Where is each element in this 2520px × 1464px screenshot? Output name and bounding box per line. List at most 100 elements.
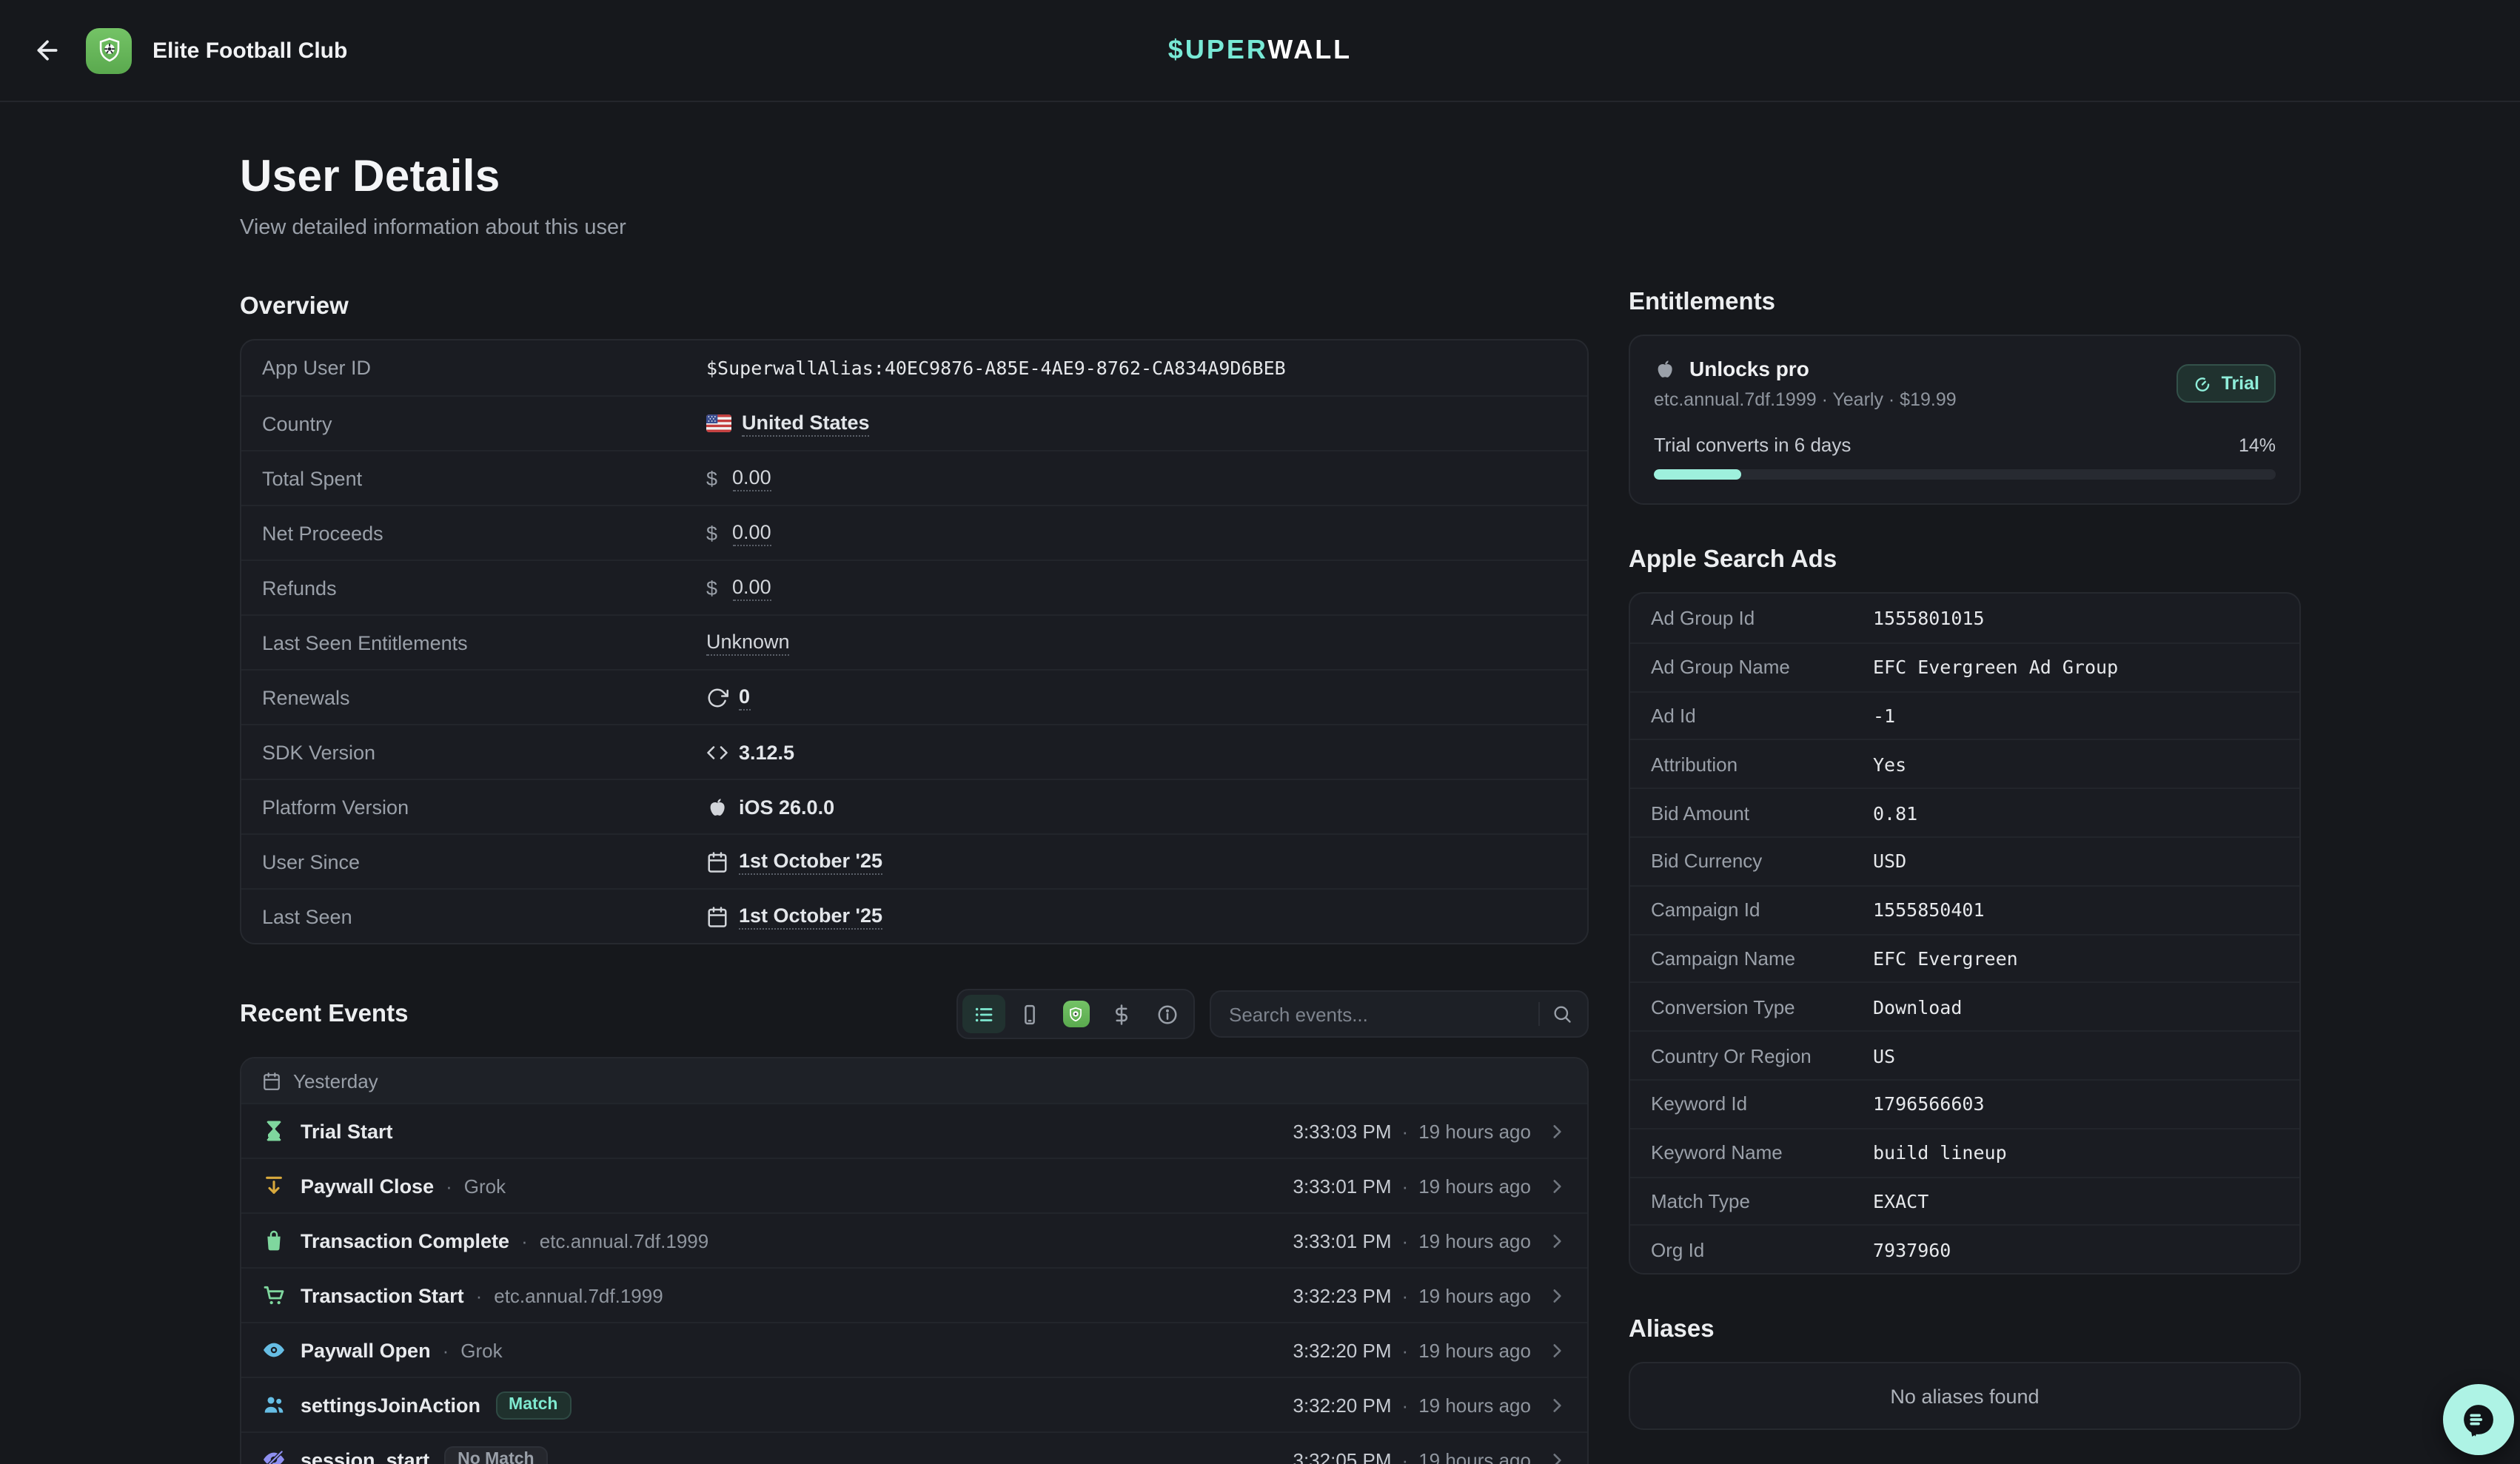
dot-separator: · <box>1402 1448 1409 1464</box>
asa-row: Campaign Id1555850401 <box>1630 885 2299 934</box>
row-label: Org Id <box>1651 1239 1873 1261</box>
row-value[interactable]: 0.00 <box>732 520 771 545</box>
row-label: Keyword Name <box>1651 1141 1873 1164</box>
event-time: 3:32:05 PM <box>1293 1448 1392 1464</box>
refresh-icon <box>706 686 728 708</box>
event-subtitle: Grok <box>464 1175 506 1197</box>
event-name: Paywall Close <box>301 1175 434 1197</box>
page-title: User Details <box>240 152 1589 203</box>
superwall-logo-rest: WALL <box>1267 35 1352 64</box>
events-group-label: Yesterday <box>293 1070 378 1092</box>
events-search-input[interactable] <box>1226 1001 1527 1027</box>
us-flag-icon <box>706 414 731 432</box>
entitlement-name: Unlocks pro <box>1689 357 1809 380</box>
event-time: 3:32:20 PM <box>1293 1339 1392 1361</box>
app-icon-small <box>1062 1001 1089 1027</box>
aliases-empty-text: No aliases found <box>1890 1385 2039 1407</box>
search-icon[interactable] <box>1552 1004 1572 1024</box>
event-subtitle: Grok <box>460 1339 502 1361</box>
row-label: Keyword Id <box>1651 1093 1873 1115</box>
row-label: Ad Group Name <box>1651 656 1873 678</box>
back-button[interactable] <box>33 34 65 67</box>
row-label: Bid Currency <box>1651 850 1873 873</box>
recent-events-heading: Recent Events <box>240 1000 942 1028</box>
superwall-logo: $UPERWALL <box>1168 35 1352 66</box>
row-value[interactable]: 0 <box>739 685 750 710</box>
phone-icon <box>1019 1003 1041 1025</box>
trial-badge: Trial <box>2177 364 2276 403</box>
dot-separator: · <box>1402 1229 1409 1252</box>
code-icon <box>706 741 728 763</box>
event-row-paywall-open[interactable]: Paywall Open · Grok 3:32:20 PM·19 hours … <box>241 1322 1587 1377</box>
event-subtitle: etc.annual.7df.1999 <box>540 1229 708 1252</box>
row-value: 1555801015 <box>1873 607 1985 629</box>
no-match-badge: No Match <box>444 1445 548 1464</box>
filter-device-events-button[interactable] <box>1008 995 1051 1033</box>
filter-revenue-events-button[interactable] <box>1100 995 1143 1033</box>
event-row-transaction-complete[interactable]: Transaction Complete · etc.annual.7df.19… <box>241 1212 1587 1267</box>
user-details-page: Elite Football Club $UPERWALL User Detai… <box>0 0 2520 1464</box>
dot-separator: · <box>1402 1284 1409 1306</box>
asa-row: Match TypeEXACT <box>1630 1176 2299 1225</box>
chat-support-button[interactable] <box>2443 1384 2514 1455</box>
dollar-icon <box>1110 1003 1133 1025</box>
event-name: Trial Start <box>301 1120 393 1142</box>
row-label: Last Seen <box>262 905 706 927</box>
users-icon <box>262 1393 286 1417</box>
chevron-right-icon <box>1547 1395 1566 1414</box>
row-value[interactable]: United States <box>742 411 870 436</box>
event-ago: 19 hours ago <box>1418 1120 1531 1142</box>
eye-icon <box>262 1338 286 1362</box>
event-row-transaction-start[interactable]: Transaction Start · etc.annual.7df.1999 … <box>241 1267 1587 1322</box>
chevron-right-icon <box>1547 1231 1566 1250</box>
chevron-right-icon <box>1547 1340 1566 1360</box>
event-row-session-start-custom[interactable]: session_start No Match 3:32:05 PM·19 hou… <box>241 1431 1587 1464</box>
shopping-bag-icon <box>262 1229 286 1252</box>
overview-row-platform-version: Platform Version iOS 26.0.0 <box>241 779 1587 833</box>
filter-all-events-button[interactable] <box>962 995 1005 1033</box>
row-value[interactable]: 1st October '25 <box>739 849 882 874</box>
apple-search-ads-card: Ad Group Id1555801015 Ad Group NameEFC E… <box>1629 592 2301 1275</box>
event-row-trial-start[interactable]: Trial Start 3:33:03 PM·19 hours ago <box>241 1103 1587 1158</box>
row-label: Renewals <box>262 686 706 708</box>
entitlement-meta: etc.annual.7df.1999 · Yearly · $19.99 <box>1654 389 2177 410</box>
row-value: -1 <box>1873 705 1895 727</box>
row-value: build lineup <box>1873 1141 2007 1164</box>
eye-off-icon <box>262 1448 286 1464</box>
row-value[interactable]: 1st October '25 <box>739 904 882 929</box>
filter-app-events-button[interactable] <box>1054 995 1097 1033</box>
row-value: EXACT <box>1873 1190 1928 1212</box>
asa-row: Bid Amount0.81 <box>1630 788 2299 836</box>
row-value[interactable]: 0.00 <box>732 466 771 491</box>
event-row-paywall-close[interactable]: Paywall Close · Grok 3:33:01 PM·19 hours… <box>241 1158 1587 1212</box>
row-value: iOS 26.0.0 <box>739 796 834 818</box>
row-label: Attribution <box>1651 753 1873 776</box>
chevron-right-icon <box>1547 1176 1566 1195</box>
row-value[interactable]: 0.00 <box>732 575 771 600</box>
event-subtitle: etc.annual.7df.1999 <box>494 1284 663 1306</box>
overview-row-sdk-version: SDK Version 3.12.5 <box>241 724 1587 779</box>
event-ago: 19 hours ago <box>1418 1394 1531 1416</box>
timer-icon <box>2194 374 2213 393</box>
overview-row-country: Country United States <box>241 395 1587 450</box>
row-value: 7937960 <box>1873 1239 1951 1261</box>
row-value[interactable]: Unknown <box>706 630 790 655</box>
event-row-settings-join-action[interactable]: settingsJoinAction Match 3:32:20 PM·19 h… <box>241 1377 1587 1431</box>
arrow-down-from-line-icon <box>262 1174 286 1198</box>
row-label: Bid Amount <box>1651 802 1873 824</box>
row-value: 1796566603 <box>1873 1093 1985 1115</box>
row-label: Ad Group Id <box>1651 607 1873 629</box>
dot-separator: · <box>446 1175 452 1197</box>
aliases-empty-card: No aliases found <box>1629 1362 2301 1430</box>
filter-info-events-button[interactable] <box>1146 995 1189 1033</box>
event-name: session_start <box>301 1448 429 1464</box>
entitlements-heading: Entitlements <box>1629 289 2301 317</box>
row-label: Total Spent <box>262 467 706 489</box>
dot-separator: · <box>476 1284 483 1306</box>
asa-row: Country Or RegionUS <box>1630 1030 2299 1079</box>
arrow-left-icon <box>33 36 62 65</box>
row-label: User Since <box>262 850 706 873</box>
row-label: App User ID <box>262 357 706 379</box>
events-card: Yesterday Trial Start 3:33:03 PM·19 hour… <box>240 1057 1589 1464</box>
calendar-icon <box>706 905 728 927</box>
